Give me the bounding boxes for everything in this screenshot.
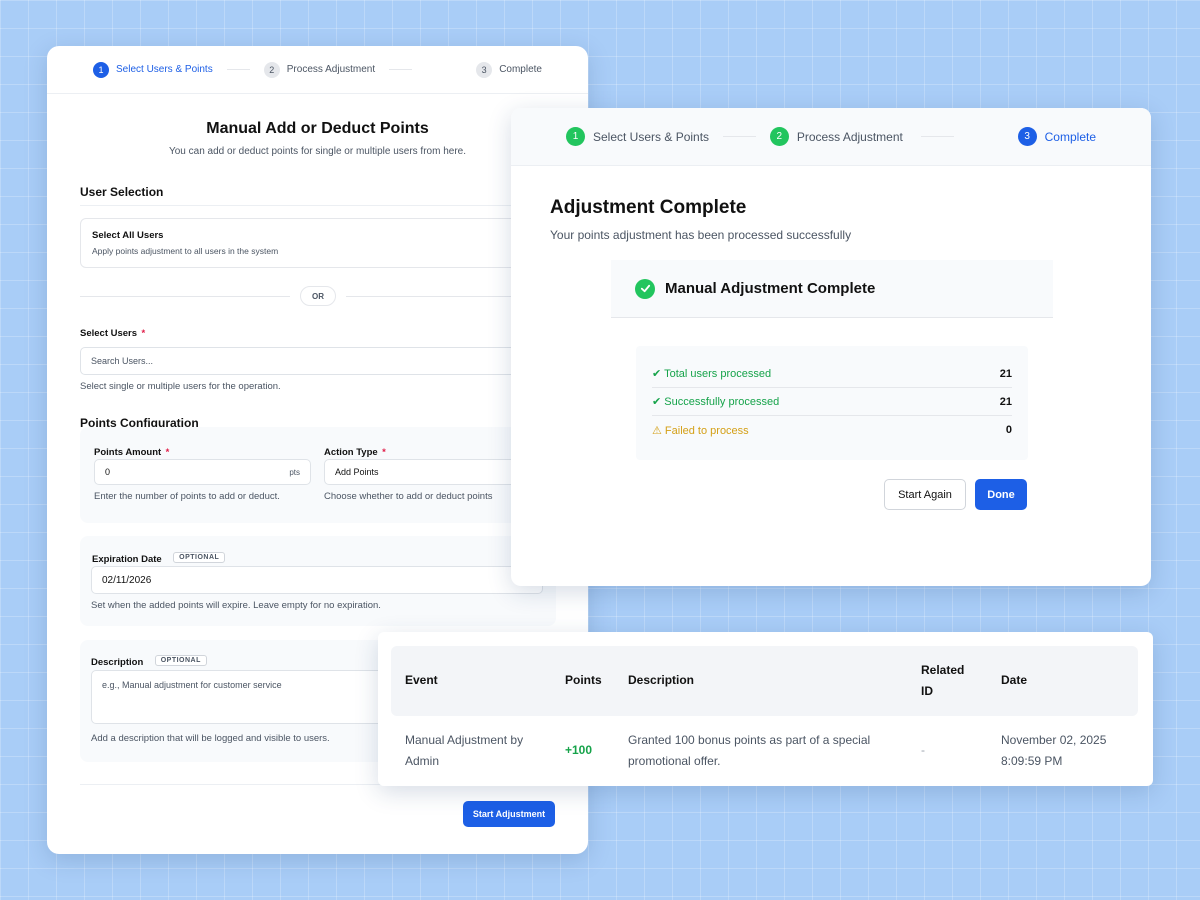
- optional-badge: OPTIONAL: [173, 552, 226, 564]
- step-label: Complete: [499, 64, 542, 75]
- form-step-3: 3 Complete: [476, 61, 542, 78]
- col-date: Date: [1001, 673, 1028, 687]
- points-history-table: Event Points Description Related ID Date…: [378, 632, 1153, 786]
- step-number: 2: [769, 127, 789, 146]
- expiration-date-input[interactable]: 02/11/2026: [91, 566, 543, 594]
- form-step-1: 1 Select Users & Points: [93, 61, 213, 78]
- description-help: Add a description that will be logged an…: [91, 733, 330, 744]
- stat-value: 21: [999, 395, 1012, 408]
- required-mark: *: [141, 328, 146, 339]
- stat-value: 0: [1005, 424, 1012, 436]
- cell-description: Granted 100 bonus points as part of a sp…: [628, 733, 871, 768]
- required-mark: *: [165, 447, 170, 458]
- col-description: Description: [628, 673, 695, 687]
- col-event: Event: [405, 673, 438, 687]
- step-label: Process Adjustment: [796, 129, 903, 144]
- action-type-value: Add Points: [335, 467, 379, 477]
- step-connector: [920, 136, 954, 137]
- start-again-button[interactable]: Start Again: [884, 479, 966, 510]
- complete-step-2: 2 Process Adjustment: [769, 127, 903, 146]
- complete-step-3: 3 Complete: [1017, 127, 1096, 146]
- step-number: 1: [93, 61, 109, 78]
- form-step-2: 2 Process Adjustment: [263, 61, 376, 78]
- cell-event: Manual Adjustment by Admin: [405, 733, 524, 768]
- or-pill: OR: [300, 286, 336, 306]
- points-config-panel: Points Amount * 0 pts Enter the number o…: [80, 427, 550, 523]
- expiration-date-value: 02/11/2026: [102, 574, 152, 586]
- stat-value: 21: [999, 367, 1012, 380]
- start-adjustment-button[interactable]: Start Adjustment: [463, 801, 555, 827]
- step-connector: [389, 69, 413, 70]
- cell-related-id: -: [921, 743, 925, 757]
- step-number: 3: [476, 61, 493, 78]
- done-button[interactable]: Done: [975, 479, 1027, 510]
- step-label: Process Adjustment: [286, 64, 376, 75]
- description-placeholder: e.g., Manual adjustment for customer ser…: [102, 680, 282, 690]
- points-suffix: pts: [289, 467, 300, 477]
- stat-label: ✔ Total users processed: [652, 368, 772, 380]
- step-label: Select Users & Points: [593, 129, 710, 144]
- step-number: 1: [566, 127, 585, 146]
- complete-banner-title: Manual Adjustment Complete: [665, 280, 876, 297]
- points-amount-label: Points Amount *: [94, 447, 170, 458]
- results-summary: ✔ Total users processed 21 ✔ Successfull…: [636, 346, 1028, 460]
- adjustment-complete-card: 1 Select Users & Points 2 Process Adjust…: [511, 108, 1151, 586]
- check-circle-icon: [635, 278, 655, 299]
- stat-total-users: ✔ Total users processed 21: [652, 360, 1012, 388]
- required-mark: *: [382, 447, 386, 458]
- table-header: Event Points Description Related ID Date: [391, 646, 1138, 716]
- complete-title: Adjustment Complete: [550, 197, 747, 218]
- step-number: 2: [263, 61, 280, 78]
- expiration-label: Expiration Date OPTIONAL: [92, 549, 226, 567]
- step-number: 3: [1017, 127, 1037, 146]
- action-type-label: Action Type *: [324, 447, 386, 458]
- page-title: Manual Add or Deduct Points: [206, 120, 429, 137]
- step-label: Select Users & Points: [116, 64, 213, 75]
- step-label: Complete: [1044, 129, 1096, 144]
- complete-step-1: 1 Select Users & Points: [566, 127, 709, 146]
- col-related-id: Related ID: [921, 663, 965, 698]
- complete-banner: Manual Adjustment Complete: [611, 260, 1053, 318]
- stat-failed: ⚠ Failed to process 0: [652, 416, 1012, 444]
- stat-label: ⚠ Failed to process: [652, 424, 749, 437]
- divider-line: [80, 296, 290, 297]
- points-amount-help: Enter the number of points to add or ded…: [94, 491, 280, 502]
- col-points: Points: [565, 673, 602, 687]
- search-users-input[interactable]: Search Users...: [80, 347, 550, 375]
- expiration-help: Set when the added points will expire. L…: [91, 600, 381, 611]
- optional-badge: OPTIONAL: [154, 655, 207, 667]
- search-placeholder: Search Users...: [91, 356, 154, 366]
- complete-stepper: 1 Select Users & Points 2 Process Adjust…: [511, 108, 1151, 166]
- or-divider: OR: [80, 286, 550, 306]
- complete-subtitle: Your points adjustment has been processe…: [550, 228, 852, 242]
- select-all-title: Select All Users: [92, 230, 164, 241]
- stat-success: ✔ Successfully processed 21: [652, 388, 1012, 416]
- cell-date: November 02, 2025 8:09:59 PM: [1001, 733, 1107, 768]
- points-amount-value: 0: [105, 467, 111, 477]
- select-all-description: Apply points adjustment to all users in …: [92, 246, 279, 256]
- action-type-help: Choose whether to add or deduct points: [324, 491, 493, 502]
- description-label: Description OPTIONAL: [91, 652, 207, 670]
- step-connector: [723, 136, 756, 137]
- step-connector: [226, 69, 250, 70]
- page-subtitle: You can add or deduct points for single …: [168, 146, 467, 157]
- points-amount-input[interactable]: 0 pts: [94, 459, 311, 485]
- section-divider: [80, 205, 550, 206]
- form-stepper: 1 Select Users & Points 2 Process Adjust…: [47, 46, 588, 94]
- expiration-panel: Expiration Date OPTIONAL 02/11/2026 Set …: [80, 536, 556, 626]
- stat-label: ✔ Successfully processed: [652, 396, 780, 408]
- cell-points: +100: [565, 743, 593, 757]
- select-all-users-option[interactable]: Select All Users Apply points adjustment…: [80, 218, 550, 268]
